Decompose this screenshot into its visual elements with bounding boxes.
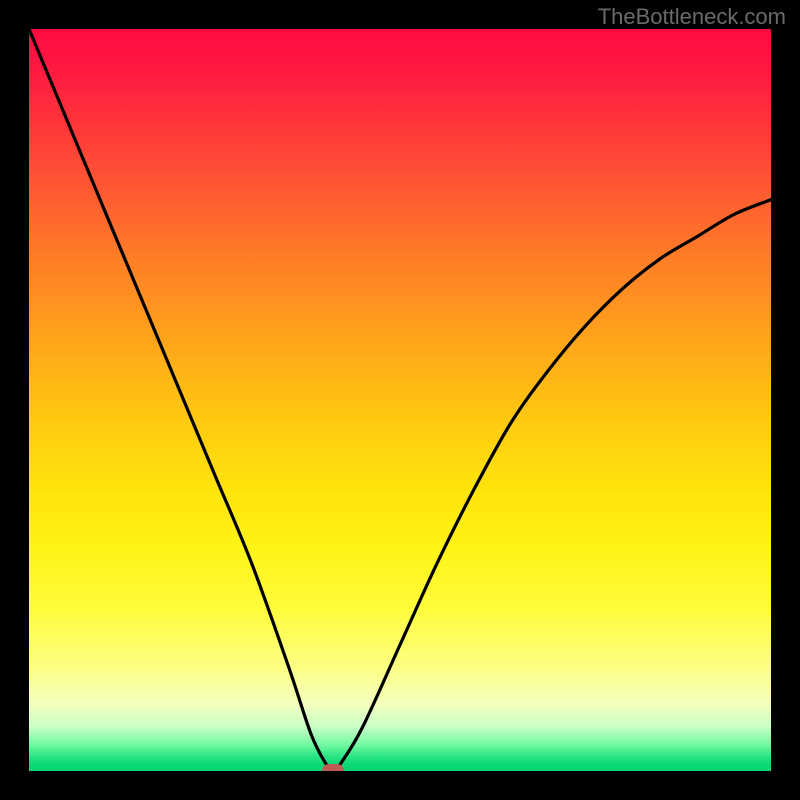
watermark-text: TheBottleneck.com [598, 4, 786, 30]
chart-frame: TheBottleneck.com [0, 0, 800, 800]
optimum-marker [322, 764, 344, 771]
bottleneck-curve [29, 29, 771, 771]
plot-area [29, 29, 771, 771]
